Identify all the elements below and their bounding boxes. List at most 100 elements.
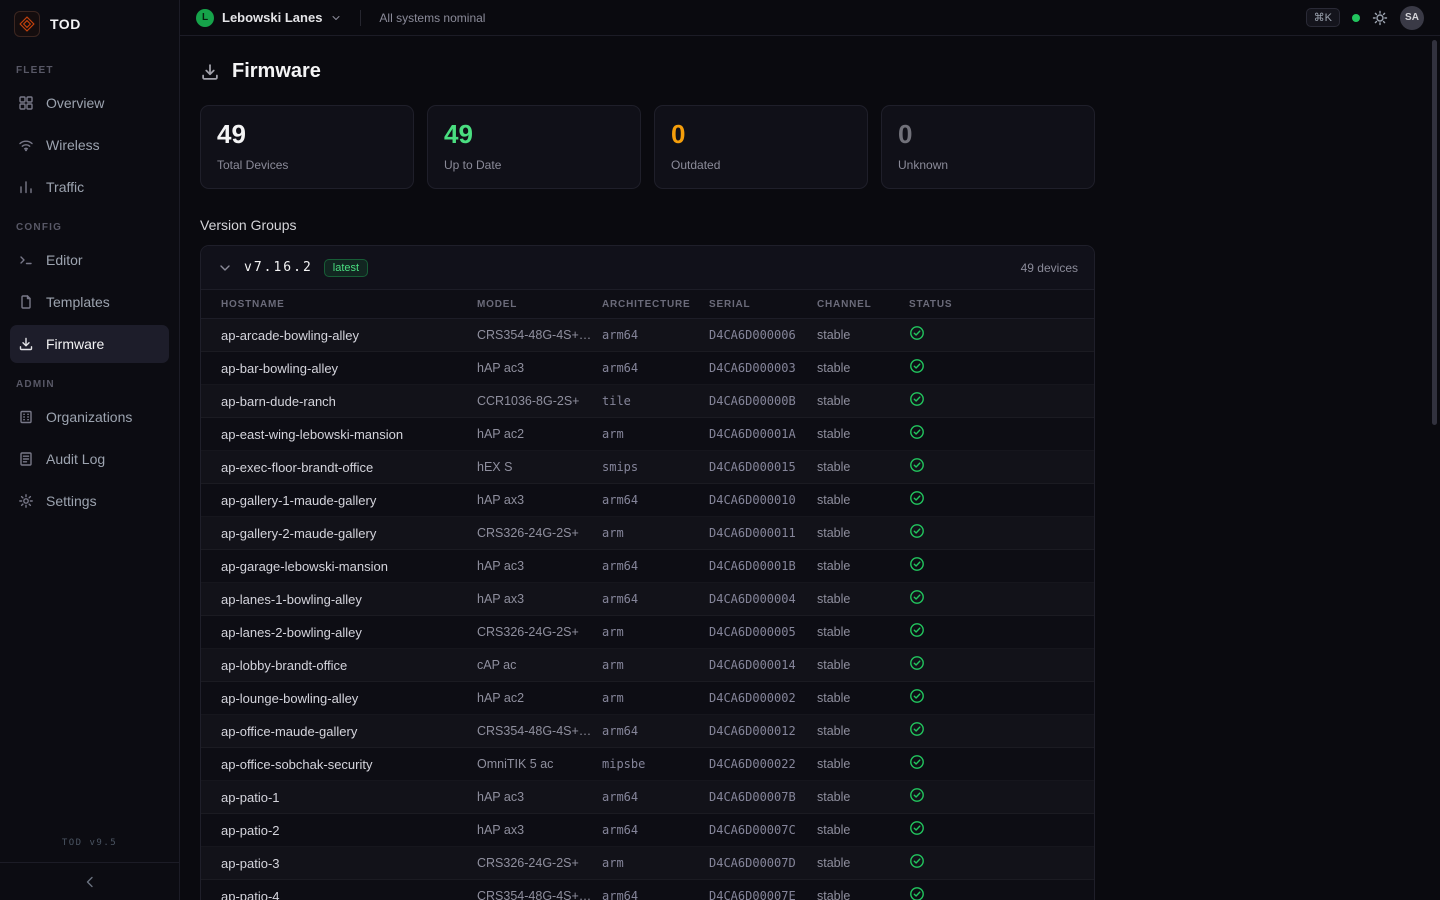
status-ok-icon [909, 556, 925, 572]
sidebar-item-audit-log[interactable]: Audit Log [10, 440, 169, 478]
sidebar-item-firmware[interactable]: Firmware [10, 325, 169, 363]
table-row[interactable]: ap-lounge-bowling-alleyhAP ac2armD4CA6D0… [201, 682, 1094, 715]
cell-hostname: ap-patio-3 [221, 856, 477, 871]
cell-hostname: ap-patio-1 [221, 790, 477, 805]
table-row[interactable]: ap-garage-lebowski-mansionhAP ac3arm64D4… [201, 550, 1094, 583]
version-group: v7.16.2 latest 49 devices HOSTNAMEMODELA… [200, 245, 1095, 900]
sidebar-item-label: Traffic [46, 179, 84, 195]
cell-model: CCR1036-8G-2S+ [477, 394, 602, 408]
status-ok-icon [909, 886, 925, 900]
cell-model: CRS326-24G-2S+ [477, 526, 602, 540]
cell-channel: stable [817, 889, 909, 900]
cell-status [909, 424, 1074, 445]
cell-hostname: ap-patio-4 [221, 889, 477, 900]
cell-serial: D4CA6D000012 [709, 724, 817, 738]
table-row[interactable]: ap-lobby-brandt-officecAP acarmD4CA6D000… [201, 649, 1094, 682]
cell-hostname: ap-office-sobchak-security [221, 757, 477, 772]
table-row[interactable]: ap-lanes-2-bowling-alleyCRS326-24G-2S+ar… [201, 616, 1094, 649]
table-row[interactable]: ap-bar-bowling-alleyhAP ac3arm64D4CA6D00… [201, 352, 1094, 385]
status-ok-icon [909, 457, 925, 473]
table-row[interactable]: ap-barn-dude-ranchCCR1036-8G-2S+tileD4CA… [201, 385, 1094, 418]
cell-architecture: arm64 [602, 724, 709, 738]
table-row[interactable]: ap-patio-3CRS326-24G-2S+armD4CA6D00007Ds… [201, 847, 1094, 880]
cell-model: CRS354-48G-4S+… [477, 889, 602, 900]
sidebar-collapse-button[interactable] [0, 862, 179, 900]
system-status-text: All systems nominal [379, 11, 485, 25]
cell-hostname: ap-garage-lebowski-mansion [221, 559, 477, 574]
table-row[interactable]: ap-office-maude-galleryCRS354-48G-4S+…ar… [201, 715, 1094, 748]
scrollbar[interactable] [1432, 40, 1437, 425]
device-count: 49 devices [1021, 261, 1078, 275]
sidebar-item-templates[interactable]: Templates [10, 283, 169, 321]
cell-serial: D4CA6D00001A [709, 427, 817, 441]
sidebar-item-traffic[interactable]: Traffic [10, 168, 169, 206]
sidebar-item-label: Editor [46, 252, 83, 268]
cell-serial: D4CA6D000015 [709, 460, 817, 474]
stat-card-up-to-date: 49Up to Date [427, 105, 641, 189]
cell-serial: D4CA6D00000B [709, 394, 817, 408]
health-status-dot [1352, 14, 1360, 22]
sidebar-item-settings[interactable]: Settings [10, 482, 169, 520]
stat-label: Outdated [671, 158, 851, 172]
cell-serial: D4CA6D00007C [709, 823, 817, 837]
column-header-serial: SERIAL [709, 299, 817, 310]
version-group-header[interactable]: v7.16.2 latest 49 devices [201, 246, 1094, 289]
sidebar-item-organizations[interactable]: Organizations [10, 398, 169, 436]
cell-hostname: ap-patio-2 [221, 823, 477, 838]
column-header-status: STATUS [909, 299, 1074, 310]
user-avatar[interactable]: SA [1400, 6, 1424, 30]
sidebar-item-label: Settings [46, 493, 97, 509]
terminal-icon [18, 252, 34, 268]
status-ok-icon [909, 358, 925, 374]
cell-serial: D4CA6D000014 [709, 658, 817, 672]
cell-hostname: ap-lanes-2-bowling-alley [221, 625, 477, 640]
cell-serial: D4CA6D000004 [709, 592, 817, 606]
table-row[interactable]: ap-lanes-1-bowling-alleyhAP ax3arm64D4CA… [201, 583, 1094, 616]
cell-architecture: smips [602, 460, 709, 474]
cell-status [909, 688, 1074, 709]
firmware-download-icon [200, 62, 220, 82]
command-palette-shortcut[interactable]: ⌘K [1306, 8, 1340, 27]
audit-icon [18, 451, 34, 467]
page-content: Firmware 49Total Devices49Up to Date0Out… [180, 36, 1440, 900]
cell-serial: D4CA6D00001B [709, 559, 817, 573]
table-row[interactable]: ap-east-wing-lebowski-mansionhAP ac2armD… [201, 418, 1094, 451]
table-row[interactable]: ap-patio-2hAP ax3arm64D4CA6D00007Cstable [201, 814, 1094, 847]
cell-architecture: arm [602, 691, 709, 705]
sidebar-item-overview[interactable]: Overview [10, 84, 169, 122]
status-ok-icon [909, 754, 925, 770]
cell-status [909, 655, 1074, 676]
table-row[interactable]: ap-office-sobchak-securityOmniTIK 5 acmi… [201, 748, 1094, 781]
cell-serial: D4CA6D00007E [709, 889, 817, 900]
table-row[interactable]: ap-exec-floor-brandt-officehEX SsmipsD4C… [201, 451, 1094, 484]
sidebar-item-editor[interactable]: Editor [10, 241, 169, 279]
table-row[interactable]: ap-arcade-bowling-alleyCRS354-48G-4S+…ar… [201, 319, 1094, 352]
stat-value: 0 [898, 120, 1078, 149]
cell-model: hEX S [477, 460, 602, 474]
org-avatar: L [196, 9, 214, 27]
nav-section-label: ADMIN [16, 379, 163, 390]
app-logo[interactable]: TOD [0, 0, 179, 47]
cell-model: hAP ac3 [477, 559, 602, 573]
table-row[interactable]: ap-gallery-2-maude-galleryCRS326-24G-2S+… [201, 517, 1094, 550]
cell-architecture: arm64 [602, 592, 709, 606]
cell-architecture: arm64 [602, 361, 709, 375]
cell-status [909, 787, 1074, 808]
table-row[interactable]: ap-patio-4CRS354-48G-4S+…arm64D4CA6D0000… [201, 880, 1094, 900]
sidebar-item-wireless[interactable]: Wireless [10, 126, 169, 164]
status-ok-icon [909, 490, 925, 506]
org-switcher[interactable]: L Lebowski Lanes [196, 9, 342, 27]
status-ok-icon [909, 589, 925, 605]
cell-status [909, 754, 1074, 775]
table-row[interactable]: ap-gallery-1-maude-galleryhAP ax3arm64D4… [201, 484, 1094, 517]
cell-serial: D4CA6D000011 [709, 526, 817, 540]
cell-channel: stable [817, 757, 909, 771]
cell-architecture: mipsbe [602, 757, 709, 771]
app-version-label: TOD v9.5 [0, 828, 179, 862]
cell-hostname: ap-exec-floor-brandt-office [221, 460, 477, 475]
cell-channel: stable [817, 658, 909, 672]
sun-icon[interactable] [1372, 10, 1388, 26]
cell-architecture: arm [602, 658, 709, 672]
table-row[interactable]: ap-patio-1hAP ac3arm64D4CA6D00007Bstable [201, 781, 1094, 814]
cell-status [909, 622, 1074, 643]
